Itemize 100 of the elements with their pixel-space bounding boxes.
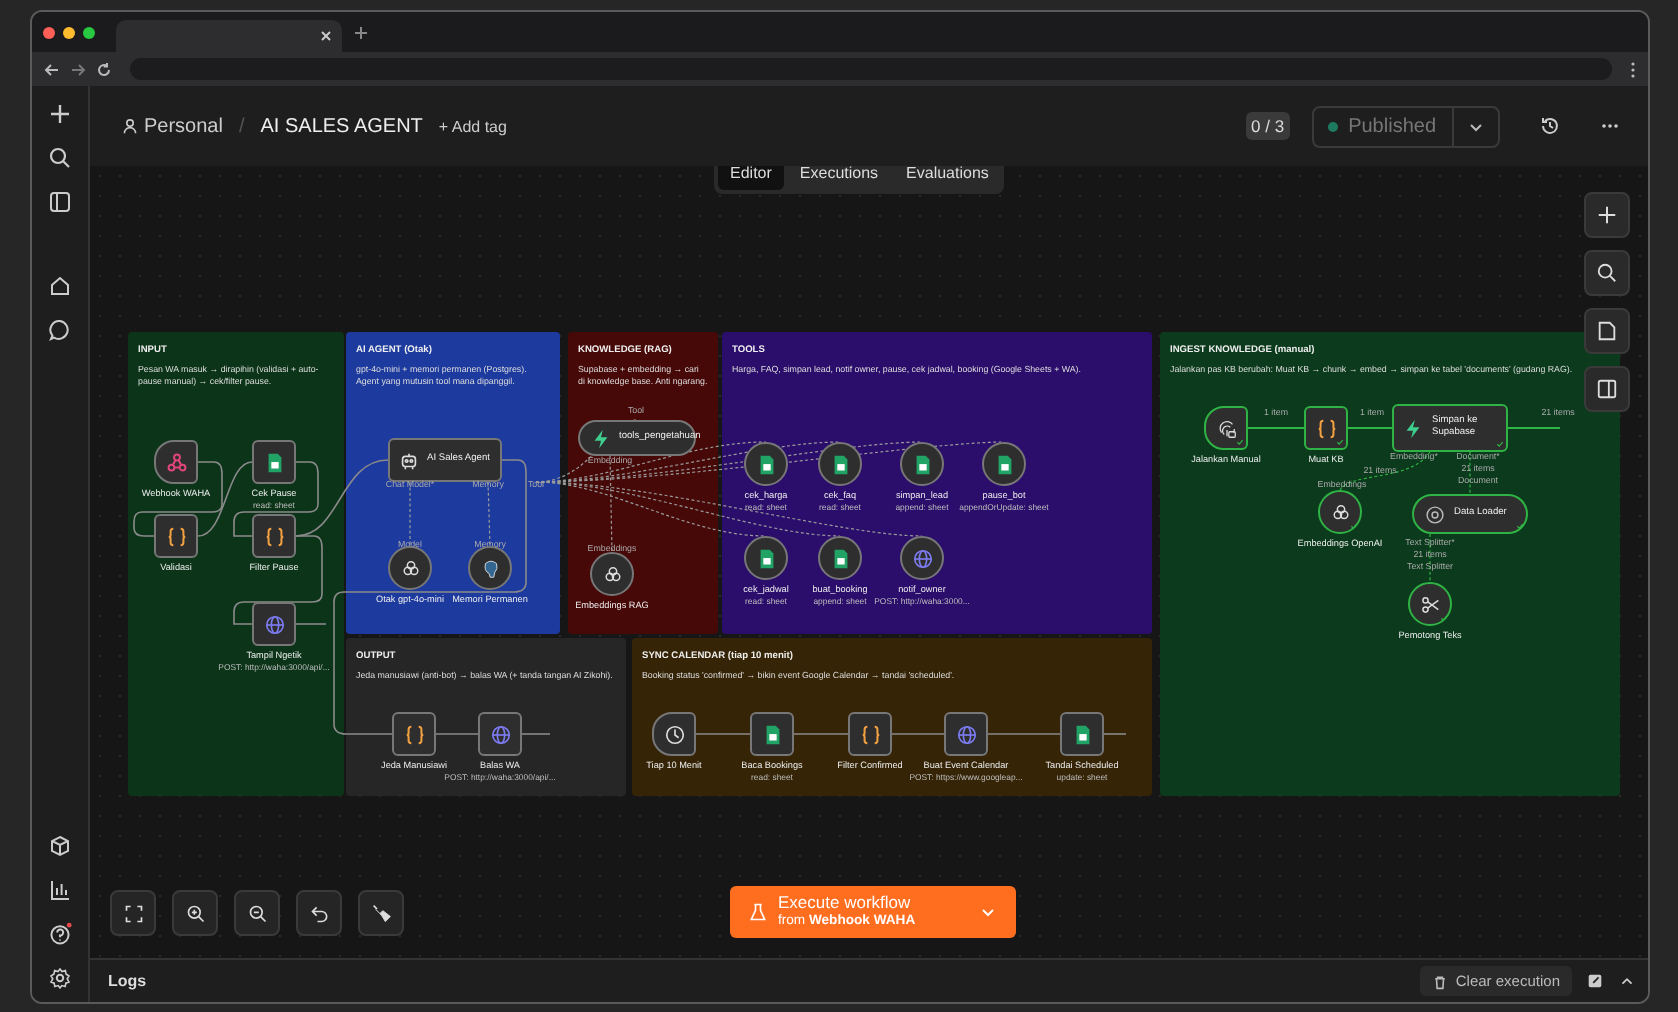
workflow-node[interactable] <box>590 552 634 596</box>
workflow-node[interactable] <box>900 442 944 486</box>
back-icon[interactable] <box>44 61 60 77</box>
workflow-node[interactable] <box>900 536 944 580</box>
braces-icon <box>403 723 425 745</box>
workflow-node[interactable] <box>1318 490 1362 534</box>
search-icon[interactable] <box>48 146 72 170</box>
sticky-note-button[interactable] <box>1584 308 1630 354</box>
view-tab[interactable]: Evaluations <box>894 166 1001 190</box>
sidebar-toggle-icon[interactable] <box>48 190 72 214</box>
clock-icon <box>663 723 685 745</box>
workflow-node[interactable] <box>388 546 432 590</box>
braces-icon <box>165 525 187 547</box>
counter-badge: 0 / 3 <box>1245 112 1291 140</box>
connection-line <box>1469 451 1471 495</box>
tidy-up-button[interactable] <box>358 890 404 936</box>
workflow-node[interactable] <box>252 440 296 484</box>
lightning-icon <box>1402 417 1424 439</box>
chart-icon[interactable] <box>48 878 72 902</box>
popout-icon[interactable] <box>1586 972 1604 990</box>
workflow-node[interactable] <box>1304 406 1348 450</box>
window-controls-icon[interactable] <box>42 25 96 39</box>
workflow-node[interactable] <box>944 712 988 756</box>
fingerprint-icon <box>1215 417 1237 439</box>
globe-icon <box>263 613 285 635</box>
workflow-node[interactable] <box>478 712 522 756</box>
search-button[interactable] <box>1584 250 1630 296</box>
undo-button[interactable] <box>296 890 342 936</box>
add-tag-button[interactable]: + Add tag <box>438 117 507 135</box>
gear-icon <box>1424 503 1446 525</box>
sticky-note[interactable] <box>722 332 1152 634</box>
undo-icon <box>309 903 329 923</box>
brush-icon <box>371 903 391 923</box>
expand-icon <box>123 903 143 923</box>
close-icon[interactable] <box>320 30 332 42</box>
cube-icon[interactable] <box>48 834 72 858</box>
workflow-node[interactable] <box>818 536 862 580</box>
workflow-node[interactable] <box>1408 582 1452 626</box>
workflow-node[interactable] <box>1060 712 1104 756</box>
add-icon[interactable] <box>48 102 72 126</box>
publish-control[interactable]: Published <box>1312 105 1500 147</box>
search-icon <box>1596 262 1618 284</box>
spreadsheet-icon <box>1071 723 1093 745</box>
workflow-node[interactable] <box>652 712 696 756</box>
check-icon <box>1496 440 1504 448</box>
workflow-node[interactable] <box>744 442 788 486</box>
workflow-node[interactable] <box>818 442 862 486</box>
caret-icon[interactable] <box>980 904 996 920</box>
spreadsheet-icon <box>761 723 783 745</box>
workflow-node[interactable] <box>982 442 1026 486</box>
settings-icon[interactable] <box>48 966 72 990</box>
scissors-icon <box>1419 593 1441 615</box>
sticky-note[interactable] <box>632 638 1152 796</box>
panel-toggle-button[interactable] <box>1584 366 1630 412</box>
chat-icon[interactable] <box>48 318 72 342</box>
check-icon <box>1440 614 1448 622</box>
user-icon <box>122 118 138 134</box>
elephant-icon <box>479 557 501 579</box>
knot-icon <box>399 557 421 579</box>
zoom-out-button[interactable] <box>234 890 280 936</box>
workflow-node[interactable] <box>252 514 296 558</box>
workflow-node[interactable] <box>252 602 296 646</box>
trash-icon <box>1431 973 1448 989</box>
sticky-note[interactable] <box>1160 332 1620 796</box>
workflow-name[interactable]: AI SALES AGENT <box>260 115 423 137</box>
connection-line <box>1103 733 1127 735</box>
project-link[interactable]: Personal <box>144 115 223 137</box>
workflow-node[interactable] <box>154 514 198 558</box>
fit-view-button[interactable] <box>110 890 156 936</box>
workflow-node[interactable] <box>744 536 788 580</box>
new-tab-icon[interactable] <box>354 25 368 39</box>
workflow-canvas[interactable] <box>90 166 1648 958</box>
zoom-out-icon <box>247 903 267 923</box>
reload-icon[interactable] <box>96 61 112 77</box>
spreadsheet-icon <box>993 453 1015 475</box>
check-icon <box>1350 522 1358 530</box>
history-icon[interactable] <box>1540 116 1560 136</box>
workflow-node[interactable] <box>468 546 512 590</box>
spreadsheet-icon <box>755 547 777 569</box>
view-tab[interactable]: Executions <box>787 166 891 190</box>
globe-icon <box>911 547 933 569</box>
workflow-node[interactable] <box>392 712 436 756</box>
workflow-node[interactable] <box>750 712 794 756</box>
zoom-in-button[interactable] <box>172 890 218 936</box>
note-icon <box>1596 320 1618 342</box>
chevron-up-icon[interactable] <box>1618 972 1636 990</box>
robot-icon <box>397 449 419 471</box>
forward-icon[interactable] <box>70 61 86 77</box>
more-icon[interactable] <box>1630 61 1636 77</box>
view-tab[interactable]: Editor <box>718 166 784 190</box>
check-icon <box>1236 438 1244 446</box>
connection-line <box>695 733 751 735</box>
home-icon[interactable] <box>48 274 72 298</box>
workflow-node[interactable] <box>848 712 892 756</box>
execute-label: Execute workflow <box>778 894 911 914</box>
add-node-button[interactable] <box>1584 192 1630 238</box>
workflow-node[interactable] <box>1204 406 1248 450</box>
workflow-node[interactable] <box>154 440 198 484</box>
logs-title[interactable]: Logs <box>108 972 147 990</box>
help-icon[interactable] <box>48 922 72 946</box>
